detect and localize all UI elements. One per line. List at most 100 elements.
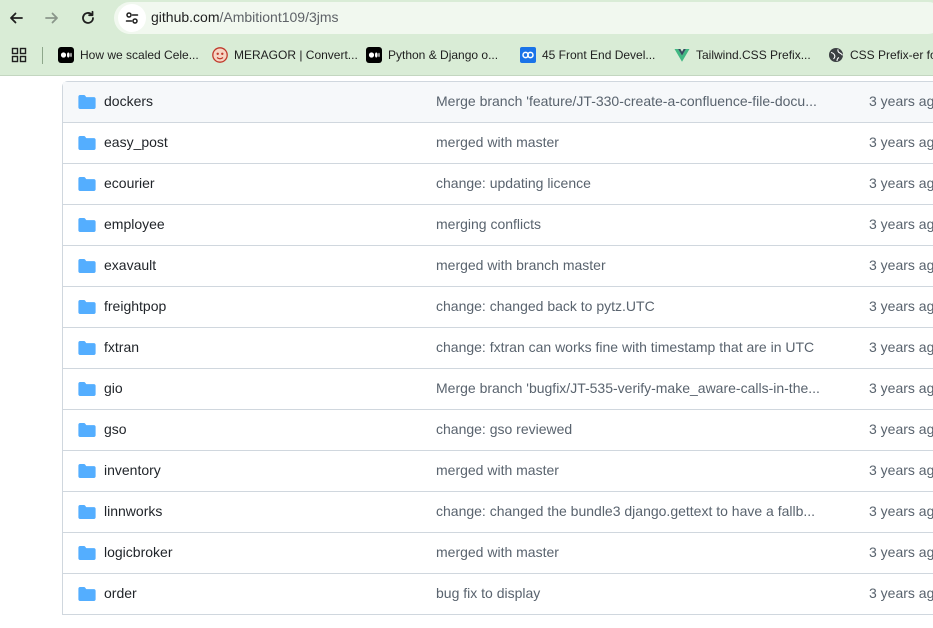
folder-name-link[interactable]: exavault	[104, 257, 156, 273]
bookmark-label: MERAGOR | Convert...	[234, 48, 358, 62]
folder-icon	[78, 464, 96, 478]
arrow-left-icon	[10, 12, 23, 24]
commit-age: 3 years ago	[869, 134, 933, 150]
folder-name-link[interactable]: order	[104, 585, 137, 601]
folder-name-link[interactable]: freightpop	[104, 298, 166, 314]
commit-age: 3 years ago	[869, 462, 933, 478]
bookmarks-separator	[42, 47, 43, 64]
folder-name-link[interactable]: gio	[104, 380, 123, 396]
commit-message-link[interactable]: merged with master	[436, 462, 826, 478]
bookmark-item[interactable]: CSS Prefix-er fo	[828, 44, 933, 66]
commit-age: 3 years ago	[869, 503, 933, 519]
bookmark-item[interactable]: MERAGOR | Convert...	[212, 44, 358, 66]
file-row[interactable]: inventory merged with master 3 years ago	[63, 451, 933, 492]
folder-name-link[interactable]: fxtran	[104, 339, 139, 355]
commit-age: 3 years ago	[869, 421, 933, 437]
bookmark-label: CSS Prefix-er fo	[850, 48, 933, 62]
file-row[interactable]: dockers Merge branch 'feature/JT-330-crea…	[63, 82, 933, 123]
file-row[interactable]: logicbroker merged with master 3 years ago	[63, 533, 933, 574]
globe-icon	[828, 47, 844, 63]
commit-age: 3 years ago	[869, 544, 933, 560]
reload-icon	[82, 10, 94, 24]
commit-age: 3 years ago	[869, 339, 933, 355]
url-text: github.com/Ambitiont109/3jms	[151, 9, 339, 25]
reload-button[interactable]	[76, 6, 100, 30]
file-row[interactable]: gio Merge branch 'bugfix/JT-535-verify-ma…	[63, 369, 933, 410]
commit-age: 3 years ago	[869, 93, 933, 109]
url-host: github.com	[151, 9, 220, 25]
folder-name-link[interactable]: linnworks	[104, 503, 162, 519]
meragor-icon	[212, 47, 228, 63]
commit-age: 3 years ago	[869, 175, 933, 191]
folder-icon	[78, 300, 96, 314]
bookmarks-bar: How we scaled Cele... MERAGOR | Convert.…	[0, 36, 933, 76]
bookmark-item[interactable]: 45 Front End Devel...	[520, 44, 655, 66]
file-row[interactable]: easy_post merged with master 3 years ago	[63, 123, 933, 164]
file-row[interactable]: fxtran change: fxtran can works fine with…	[63, 328, 933, 369]
commit-message-link[interactable]: merged with branch master	[436, 257, 826, 273]
apps-grid-icon	[11, 47, 27, 63]
folder-icon	[78, 382, 96, 396]
tune-icon	[125, 12, 139, 24]
bookmark-label: 45 Front End Devel...	[542, 48, 656, 62]
commit-age: 3 years ago	[869, 585, 933, 601]
bookmark-label: Python & Django o...	[388, 48, 499, 62]
bookmark-item[interactable]: How we scaled Cele...	[58, 44, 199, 66]
folder-icon	[78, 341, 96, 355]
folder-icon	[78, 177, 96, 191]
site-info-button[interactable]	[118, 4, 146, 32]
apps-button[interactable]	[11, 47, 27, 68]
commit-message-link[interactable]: merged with master	[436, 134, 826, 150]
arrow-right-icon	[45, 12, 58, 24]
back-button[interactable]	[4, 6, 28, 30]
folder-icon	[78, 136, 96, 150]
folder-name-link[interactable]: easy_post	[104, 134, 168, 150]
vue-icon	[674, 47, 690, 63]
folder-icon	[78, 218, 96, 232]
folder-name-link[interactable]: dockers	[104, 93, 153, 109]
url-path: /Ambitiont109/3jms	[219, 9, 339, 25]
bookmark-label: Tailwind.CSS Prefix...	[696, 48, 811, 62]
commit-message-link[interactable]: merged with master	[436, 544, 826, 560]
file-row[interactable]: exavault merged with branch master 3 years…	[63, 246, 933, 287]
folder-icon	[78, 587, 96, 601]
browser-toolbar: github.com/Ambitiont109/3jms	[0, 0, 933, 36]
folder-icon	[78, 505, 96, 519]
folder-icon	[78, 423, 96, 437]
commit-message-link[interactable]: Merge branch 'bugfix/JT-535-verify-make_…	[436, 380, 826, 396]
file-row[interactable]: ecourier change: updating licence 3 years …	[63, 164, 933, 205]
folder-name-link[interactable]: ecourier	[104, 175, 155, 191]
page-content: dockers Merge branch 'feature/JT-330-crea…	[0, 76, 933, 628]
file-list: dockers Merge branch 'feature/JT-330-crea…	[62, 81, 933, 615]
file-row[interactable]: order bug fix to display 3 years ago	[63, 574, 933, 615]
commit-age: 3 years ago	[869, 216, 933, 232]
folder-name-link[interactable]: inventory	[104, 462, 161, 478]
bookmark-label: How we scaled Cele...	[80, 48, 199, 62]
commit-message-link[interactable]: bug fix to display	[436, 585, 826, 601]
commit-message-link[interactable]: change: fxtran can works fine with times…	[436, 339, 826, 355]
commit-age: 3 years ago	[869, 298, 933, 314]
medium-icon	[366, 47, 382, 63]
commit-message-link[interactable]: change: gso reviewed	[436, 421, 826, 437]
folder-icon	[78, 546, 96, 560]
forward-button[interactable]	[40, 6, 64, 30]
file-row[interactable]: gso change: gso reviewed 3 years ago	[63, 410, 933, 451]
folder-icon	[78, 259, 96, 273]
file-row[interactable]: employee merging conflicts 3 years ago	[63, 205, 933, 246]
commit-message-link[interactable]: change: changed the bundle3 django.gette…	[436, 503, 826, 519]
address-bar[interactable]: github.com/Ambitiont109/3jms	[114, 2, 933, 34]
commit-message-link[interactable]: change: changed back to pytz.UTC	[436, 298, 826, 314]
commit-age: 3 years ago	[869, 380, 933, 396]
codepen-icon	[520, 47, 536, 63]
commit-age: 3 years ago	[869, 257, 933, 273]
commit-message-link[interactable]: change: updating licence	[436, 175, 826, 191]
file-row[interactable]: linnworks change: changed the bundle3 dja…	[63, 492, 933, 533]
file-row[interactable]: freightpop change: changed back to pytz.U…	[63, 287, 933, 328]
folder-name-link[interactable]: employee	[104, 216, 165, 232]
bookmark-item[interactable]: Python & Django o...	[366, 44, 498, 66]
folder-name-link[interactable]: logicbroker	[104, 544, 172, 560]
bookmark-item[interactable]: Tailwind.CSS Prefix...	[674, 44, 811, 66]
commit-message-link[interactable]: merging conflicts	[436, 216, 826, 232]
folder-name-link[interactable]: gso	[104, 421, 127, 437]
commit-message-link[interactable]: Merge branch 'feature/JT-330-create-a-co…	[436, 93, 826, 109]
